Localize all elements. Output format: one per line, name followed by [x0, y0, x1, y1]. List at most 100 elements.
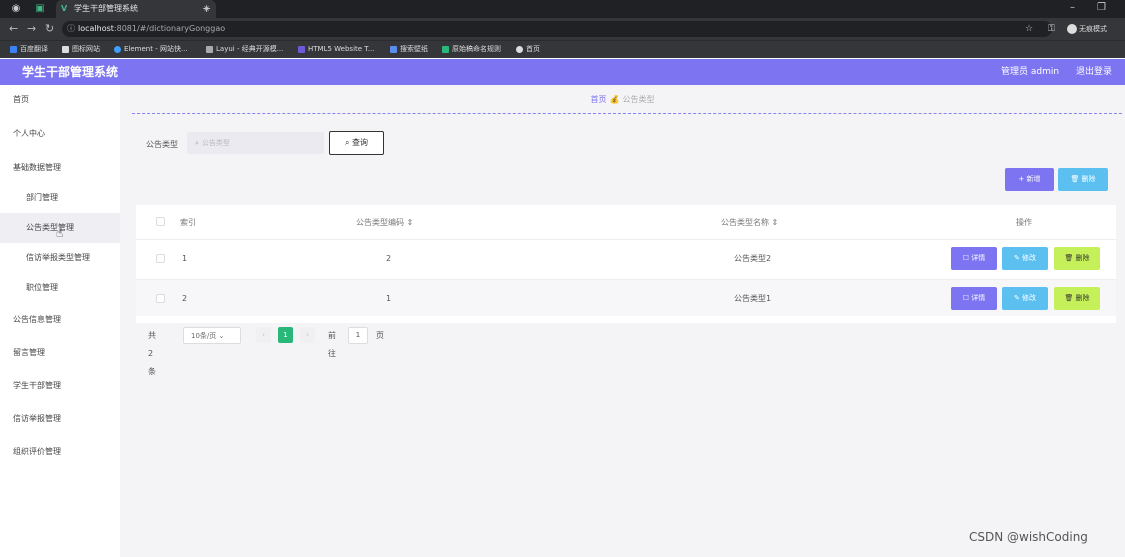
next-page-button[interactable]: ›	[300, 327, 315, 343]
add-button[interactable]: + 新增	[1005, 168, 1054, 191]
detail-button[interactable]: ☐ 详情	[951, 247, 997, 270]
breadcrumb-divider	[132, 113, 1122, 114]
logout-link[interactable]: 退出登录	[1076, 59, 1112, 85]
table-row: 2 1 公告类型1 ☐ 详情 ✎ 修改 🗑 删除	[136, 279, 1116, 316]
cell-code: 1	[386, 294, 392, 303]
minimize-icon[interactable]: –	[1070, 0, 1075, 16]
browser-tab-bar: ◉ ▣ V 学生干部管理系统 × + – ❐	[0, 0, 1125, 18]
breadcrumb-home[interactable]: 首页	[591, 95, 607, 104]
column-header-name[interactable]: 公告类型名称 ⇕	[721, 217, 778, 228]
row-checkbox[interactable]	[156, 254, 165, 263]
detail-button[interactable]: ☐ 详情	[951, 287, 997, 310]
url-host: localhost	[78, 24, 114, 33]
query-button[interactable]: ⌕ 查询	[329, 131, 384, 155]
translate-icon	[10, 45, 17, 53]
watermark: CSDN @wishCoding	[969, 530, 1088, 544]
sidebar-item-message[interactable]: 留言管理	[0, 338, 120, 368]
sidebar-item-profile[interactable]: 个人中心	[0, 119, 120, 149]
prev-page-button[interactable]: ‹	[256, 327, 271, 343]
browser-address-bar: ← → ↻ ⓘ localhost:8081/#/dictionaryGongg…	[0, 18, 1125, 40]
sidebar-item-basic-data[interactable]: 基础数据管理	[0, 153, 120, 183]
column-header-actions: 操作	[1016, 218, 1032, 227]
sidebar-item-student-cadre[interactable]: 学生干部管理	[0, 371, 120, 401]
tab-group-icon[interactable]: ▣	[34, 3, 46, 15]
page-size-select[interactable]: 10条/页 ⌄	[183, 327, 241, 344]
browser-tab[interactable]: V 学生干部管理系统 ×	[56, 0, 216, 18]
incognito-icon	[1067, 24, 1077, 34]
url-input[interactable]: ⓘ localhost:8081/#/dictionaryGonggao	[62, 21, 1052, 37]
flag-icon	[62, 45, 69, 53]
cell-index: 2	[182, 294, 188, 303]
url-path: :8081/#/dictionaryGonggao	[113, 24, 226, 33]
sidebar-item-petition-type[interactable]: 信访举报类型管理	[0, 243, 120, 273]
cell-code: 2	[386, 254, 392, 263]
cell-name: 公告类型2	[734, 254, 772, 263]
row-checkbox[interactable]	[156, 294, 165, 303]
edit-button[interactable]: ✎ 修改	[1002, 287, 1048, 310]
pagination-total: 共 2 条	[148, 331, 156, 376]
bookmarks-bar: 百度翻译 图标网站 Element - 网站快... Layui - 经典开源模…	[0, 40, 1125, 58]
bookmark-item[interactable]: Layui - 经典开源模...	[206, 41, 283, 58]
bookmark-item[interactable]: Element - 网站快...	[114, 41, 188, 58]
back-icon[interactable]: ←	[9, 21, 18, 37]
edit-button[interactable]: ✎ 修改	[1002, 247, 1048, 270]
sidebar-item-home[interactable]: 首页	[0, 85, 120, 115]
bulk-delete-button[interactable]: 🗑 删除	[1058, 168, 1108, 191]
wallpaper-icon	[390, 45, 397, 53]
app-title: 学生干部管理系统	[22, 65, 119, 79]
bookmark-item[interactable]: HTML5 Website T...	[298, 41, 374, 58]
reload-icon[interactable]: ↻	[45, 21, 54, 37]
site-info-icon[interactable]: ⓘ	[67, 21, 75, 37]
data-table: 索引 公告类型编码 ⇕ 公告类型名称 ⇕ 操作 1 2 公告类型2 ☐ 详情 ✎…	[136, 205, 1116, 323]
goto-page-input[interactable]: 1	[348, 327, 368, 344]
search-input[interactable]: ⌕ 公告类型	[187, 132, 324, 154]
sheet-icon	[442, 45, 449, 53]
key-icon[interactable]: ⚿	[1048, 21, 1055, 37]
delete-button[interactable]: 🗑 删除	[1054, 247, 1100, 270]
search-placeholder: 公告类型	[201, 139, 230, 147]
bookmark-item[interactable]: 原始稿命名规则	[442, 41, 501, 58]
cell-index: 1	[182, 254, 188, 263]
layui-icon	[206, 45, 213, 53]
cell-name: 公告类型1	[734, 294, 772, 303]
tab-title: 学生干部管理系统	[74, 4, 138, 13]
delete-button[interactable]: 🗑 删除	[1054, 287, 1100, 310]
app-header: 学生干部管理系统 管理员 admin 退出登录	[0, 59, 1125, 85]
bookmark-item[interactable]: 图标网站	[62, 41, 100, 58]
breadcrumb-separator-icon: 💰	[609, 95, 620, 104]
bookmark-star-icon[interactable]: ☆	[1025, 21, 1033, 37]
globe-icon	[516, 45, 523, 53]
forward-icon[interactable]: →	[27, 21, 36, 37]
current-user: 管理员 admin	[1001, 67, 1060, 77]
sidebar-item-position[interactable]: 职位管理	[0, 273, 120, 303]
sidebar-item-petition[interactable]: 信访举报管理	[0, 404, 120, 434]
sidebar-item-department[interactable]: 部门管理	[0, 183, 120, 213]
page-number-button[interactable]: 1	[278, 327, 293, 343]
sidebar-item-evaluation[interactable]: 组织评价管理	[0, 437, 120, 467]
bookmark-item[interactable]: 百度翻译	[10, 41, 48, 58]
search-label: 公告类型	[146, 140, 178, 149]
column-header-code[interactable]: 公告类型编码 ⇕	[356, 217, 413, 228]
chevron-down-icon: ⌄	[218, 332, 225, 340]
maximize-icon[interactable]: ❐	[1097, 0, 1106, 16]
select-all-checkbox[interactable]	[156, 217, 165, 226]
html5-icon	[298, 45, 305, 53]
element-icon	[114, 45, 121, 53]
browser-menu-icon[interactable]: ◉	[10, 3, 22, 15]
sidebar: 首页 个人中心 基础数据管理 部门管理 公告类型管理 信访举报类型管理 职位管理…	[0, 85, 120, 557]
incognito-profile[interactable]: 无痕模式	[1067, 21, 1107, 37]
sidebar-item-notice[interactable]: 公告信息管理	[0, 305, 120, 335]
main-content: 首页 💰 公告类型 公告类型 ⌕ 公告类型 ⌕ 查询 + 新增 🗑 删除 索引 公告类…	[120, 85, 1125, 557]
goto-label: 前往	[328, 331, 336, 358]
search-icon: ⌕	[344, 138, 353, 147]
page-suffix: 页	[376, 331, 384, 340]
new-tab-button[interactable]: +	[202, 0, 211, 18]
bookmark-item[interactable]: 搜索壁纸	[390, 41, 428, 58]
search-icon: ⌕	[195, 139, 199, 147]
bookmark-item[interactable]: 首页	[516, 41, 540, 58]
table-row: 1 2 公告类型2 ☐ 详情 ✎ 修改 🗑 删除	[136, 239, 1116, 276]
mouse-pointer-icon: ☝	[56, 226, 64, 240]
vue-logo-icon: V	[61, 4, 68, 13]
breadcrumb-current: 公告类型	[622, 95, 655, 104]
column-header-index: 索引	[180, 218, 196, 227]
